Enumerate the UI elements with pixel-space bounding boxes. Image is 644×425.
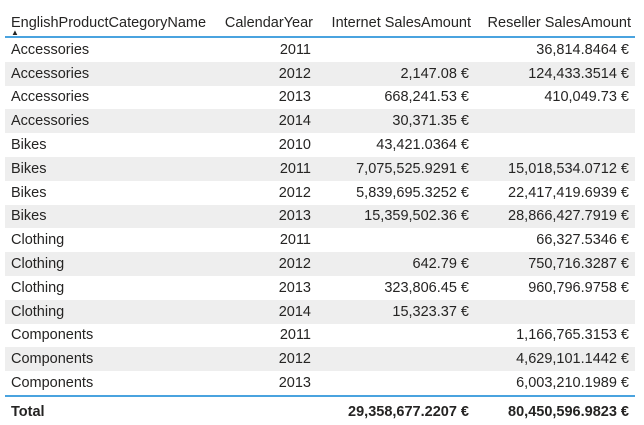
cell-year: 2012 [215, 347, 317, 372]
cell-year: 2013 [278, 279, 311, 296]
table-row[interactable]: Accessories 2013 668,241.53 € 410,049.73 € [5, 86, 635, 110]
cell-year: 2013 [278, 89, 311, 106]
column-header-label: EnglishProductCategoryName [11, 15, 207, 31]
cell-category: Clothing [5, 299, 215, 324]
cell-category: Clothing [11, 232, 65, 249]
cell-year: 2011 [279, 232, 311, 249]
cell-category: Accessories [11, 41, 90, 58]
total-reseller-sales: 80,450,596.9823 € [475, 394, 635, 425]
cell-internet-sales: 323,806.45 € [384, 279, 469, 296]
cell-category: Accessories [5, 109, 215, 134]
cell-reseller-sales: 410,049.73 € [544, 89, 629, 106]
cell-internet-sales: 668,241.53 € [384, 89, 469, 106]
cell-year: 2013 [215, 204, 317, 229]
cell-category: Clothing [5, 252, 215, 276]
cell-internet-sales: 2,147.08 € [317, 61, 475, 86]
cell-internet-sales: 642.79 € [317, 252, 475, 276]
column-header-label: Internet SalesAmount [331, 15, 471, 31]
table-row[interactable]: Bikes 2011 7,075,525.9291 €15,018,534.0712… [5, 156, 635, 181]
column-header-year[interactable]: CalendarYear [215, 5, 317, 38]
cell-year: 2014 [215, 299, 317, 324]
cell-reseller-sales [475, 133, 635, 157]
table-row[interactable]: Bikes 2012 5,839,695.3252 € 22,417,419.6939… [5, 181, 635, 205]
cell-year: 2012 [215, 252, 317, 276]
cell-category: Bikes [5, 156, 215, 181]
table-row[interactable]: Components 2012 4,629,101.1442 € [5, 347, 635, 372]
cell-category: Clothing [11, 279, 65, 296]
column-header-category[interactable]: EnglishProductCategoryName ▲ [5, 5, 215, 38]
header-row: EnglishProductCategoryName ▲ CalendarYea… [5, 5, 635, 38]
cell-reseller-sales: 4,629,101.1442 € [475, 347, 635, 372]
cell-reseller-sales: 960,796.9758 € [528, 279, 629, 296]
total-year [215, 394, 317, 425]
cell-internet-sales [317, 371, 475, 396]
cell-year: 2011 [215, 156, 317, 181]
table-row[interactable]: Components 2013 6,003,210.1989 € [5, 371, 635, 396]
cell-category: Components [11, 375, 94, 392]
cell-internet-sales [317, 37, 475, 62]
table-row[interactable]: Components 2011 1,166,765.3153 € [5, 324, 635, 348]
cell-year: 2013 [278, 375, 311, 392]
column-header-label: Reseller SalesAmount [487, 15, 631, 31]
cell-internet-sales: 5,839,695.3252 € [356, 184, 469, 201]
cell-internet-sales [317, 324, 475, 348]
table-body: Accessories 2011 36,814.8464 € Accessories 2… [5, 37, 635, 396]
cell-category: Accessories [11, 89, 90, 106]
cell-year: 2011 [279, 41, 311, 58]
cell-internet-sales: 30,371.35 € [317, 109, 475, 134]
table-row[interactable]: Clothing 2013 323,806.45 € 960,796.9758 € [5, 276, 635, 300]
sales-table: EnglishProductCategoryName ▲ CalendarYea… [5, 5, 635, 425]
cell-category: Bikes [11, 184, 47, 201]
cell-reseller-sales: 22,417,419.6939 € [508, 184, 629, 201]
cell-year: 2012 [215, 61, 317, 86]
cell-reseller-sales: 15,018,534.0712 € [475, 156, 635, 181]
total-label: Total [5, 394, 215, 425]
cell-category: Bikes [11, 137, 47, 154]
cell-internet-sales: 15,323.37 € [317, 299, 475, 324]
cell-reseller-sales: 66,327.5346 € [536, 232, 629, 249]
cell-year: 2010 [278, 137, 311, 154]
table-row[interactable]: Clothing 2014 15,323.37 € [5, 299, 635, 324]
cell-year: 2012 [278, 184, 311, 201]
column-header-internet-sales[interactable]: Internet SalesAmount [317, 5, 475, 38]
cell-year: 2011 [279, 327, 311, 344]
total-internet-sales: 29,358,677.2207 € [317, 394, 475, 425]
cell-reseller-sales: 28,866,427.7919 € [475, 204, 635, 229]
column-header-label: CalendarYear [224, 15, 313, 31]
cell-category: Components [11, 327, 94, 344]
cell-internet-sales: 15,359,502.36 € [317, 204, 475, 229]
sort-ascending-icon: ▲ [11, 28, 19, 37]
cell-reseller-sales: 124,433.3514 € [475, 61, 635, 86]
cell-category: Components [5, 347, 215, 372]
cell-category: Bikes [5, 204, 215, 229]
cell-category: Accessories [5, 61, 215, 86]
cell-reseller-sales [475, 299, 635, 324]
table-row[interactable]: Bikes 2010 43,421.0364 € [5, 133, 635, 157]
table-row[interactable]: Clothing 2012 642.79 €750,716.3287 € [5, 252, 635, 276]
cell-reseller-sales: 36,814.8464 € [536, 41, 629, 58]
table-row[interactable]: Accessories 2014 30,371.35 € [5, 109, 635, 134]
cell-reseller-sales [475, 109, 635, 134]
cell-internet-sales [317, 228, 475, 252]
total-row: Total 29,358,677.2207 € 80,450,596.9823 … [5, 394, 635, 425]
cell-reseller-sales: 6,003,210.1989 € [516, 375, 629, 392]
cell-internet-sales [317, 347, 475, 372]
column-header-reseller-sales[interactable]: Reseller SalesAmount [475, 5, 635, 38]
cell-internet-sales: 7,075,525.9291 € [317, 156, 475, 181]
cell-internet-sales: 43,421.0364 € [376, 137, 469, 154]
table-row[interactable]: Clothing 2011 66,327.5346 € [5, 228, 635, 252]
cell-year: 2014 [215, 109, 317, 134]
table-row[interactable]: Bikes 2013 15,359,502.36 €28,866,427.7919 … [5, 204, 635, 229]
cell-reseller-sales: 750,716.3287 € [475, 252, 635, 276]
cell-reseller-sales: 1,166,765.3153 € [516, 327, 629, 344]
table-row[interactable]: Accessories 2011 36,814.8464 € [5, 37, 635, 62]
table-visual: EnglishProductCategoryName ▲ CalendarYea… [5, 5, 635, 425]
table-row[interactable]: Accessories 2012 2,147.08 €124,433.3514 € [5, 61, 635, 86]
